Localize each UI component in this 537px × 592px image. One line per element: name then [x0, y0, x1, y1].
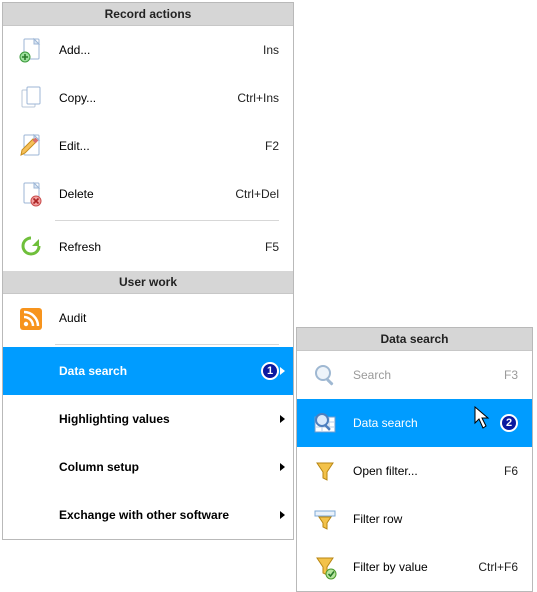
separator	[55, 344, 279, 345]
chevron-right-icon	[280, 463, 285, 471]
section-header-record-actions: Record actions	[3, 3, 293, 26]
annotation-badge-1: 1	[261, 362, 279, 380]
menu-label: Open filter...	[353, 464, 466, 478]
menu-item-audit[interactable]: Audit	[3, 294, 293, 342]
edit-icon	[17, 132, 45, 160]
menu-label: Data search	[353, 416, 494, 430]
menu-item-edit[interactable]: Edit... F2	[3, 122, 293, 170]
menu-shortcut: F2	[227, 139, 279, 153]
spacer-icon	[17, 405, 45, 433]
menu-item-refresh[interactable]: Refresh F5	[3, 223, 293, 271]
spacer-icon	[17, 501, 45, 529]
menu-item-open-filter[interactable]: Open filter... F6	[297, 447, 532, 495]
menu-label: Data search	[59, 364, 255, 378]
menu-item-highlighting-values[interactable]: Highlighting values	[3, 395, 293, 443]
menu-item-exchange[interactable]: Exchange with other software	[3, 491, 293, 539]
submenu-data-search: Data search Search F3 Data search 2 Open…	[296, 327, 533, 592]
menu-label: Column setup	[59, 460, 279, 474]
refresh-icon	[17, 233, 45, 261]
menu-label: Audit	[59, 311, 279, 325]
menu-item-column-setup[interactable]: Column setup	[3, 443, 293, 491]
menu-shortcut: Ins	[227, 43, 279, 57]
menu-item-add[interactable]: Add... Ins	[3, 26, 293, 74]
chevron-right-icon	[280, 511, 285, 519]
menu-label: Search	[353, 368, 466, 382]
chevron-right-icon	[280, 367, 285, 375]
copy-icon	[17, 84, 45, 112]
rss-audit-icon	[17, 304, 45, 332]
menu-label: Highlighting values	[59, 412, 279, 426]
search-icon	[311, 361, 339, 389]
spacer-icon	[17, 357, 45, 385]
menu-item-data-search[interactable]: Data search 1	[3, 347, 293, 395]
annotation-badge-2: 2	[500, 414, 518, 432]
spacer-icon	[17, 453, 45, 481]
menu-shortcut: Ctrl+Ins	[227, 91, 279, 105]
menu-item-sub-data-search[interactable]: Data search 2	[297, 399, 532, 447]
delete-icon	[17, 180, 45, 208]
menu-shortcut: F5	[227, 240, 279, 254]
menu-item-filter-row[interactable]: Filter row	[297, 495, 532, 543]
menu-label: Copy...	[59, 91, 227, 105]
add-document-icon	[17, 36, 45, 64]
menu-shortcut: Ctrl+Del	[227, 187, 279, 201]
menu-item-copy[interactable]: Copy... Ctrl+Ins	[3, 74, 293, 122]
filter-value-icon	[311, 553, 339, 581]
menu-label: Exchange with other software	[59, 508, 279, 522]
menu-item-filter-by-value[interactable]: Filter by value Ctrl+F6	[297, 543, 532, 591]
menu-label: Delete	[59, 187, 227, 201]
section-header-data-search: Data search	[297, 328, 532, 351]
cursor-icon	[474, 406, 492, 430]
chevron-right-icon	[280, 415, 285, 423]
main-context-menu: Record actions Add... Ins Copy... Ctrl+I…	[2, 2, 294, 540]
funnel-icon	[311, 457, 339, 485]
data-search-icon	[311, 409, 339, 437]
menu-item-delete[interactable]: Delete Ctrl+Del	[3, 170, 293, 218]
menu-shortcut: Ctrl+F6	[466, 560, 518, 574]
menu-label: Filter by value	[353, 560, 466, 574]
menu-shortcut: F6	[466, 464, 518, 478]
menu-label: Edit...	[59, 139, 227, 153]
menu-label: Refresh	[59, 240, 227, 254]
menu-item-search[interactable]: Search F3	[297, 351, 532, 399]
filter-row-icon	[311, 505, 339, 533]
menu-shortcut: F3	[466, 368, 518, 382]
menu-label: Add...	[59, 43, 227, 57]
separator	[55, 220, 279, 221]
menu-label: Filter row	[353, 512, 518, 526]
section-header-user-work: User work	[3, 271, 293, 294]
